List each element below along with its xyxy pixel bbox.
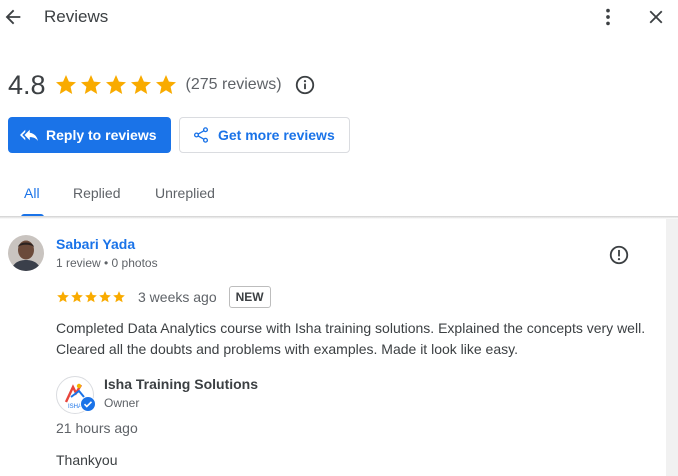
tab-all[interactable]: All bbox=[24, 185, 40, 201]
review-time: 3 weeks ago bbox=[138, 289, 217, 305]
star-icon bbox=[71, 291, 83, 303]
review-tabs: All Replied Unreplied bbox=[0, 176, 678, 218]
star-icon bbox=[55, 75, 76, 94]
tab-unreplied[interactable]: Unreplied bbox=[155, 185, 215, 201]
reply-text: Thankyou bbox=[56, 452, 118, 468]
star-icon bbox=[85, 291, 97, 303]
verified-check-icon bbox=[80, 396, 96, 412]
owner-role: Owner bbox=[104, 396, 140, 410]
star-icon bbox=[113, 291, 125, 303]
reply-icon bbox=[20, 129, 38, 141]
reply-to-reviews-label: Reply to reviews bbox=[46, 127, 157, 143]
close-icon[interactable] bbox=[645, 6, 667, 28]
report-flag-icon[interactable] bbox=[608, 244, 630, 266]
star-icon bbox=[57, 291, 69, 303]
rating-stars bbox=[54, 73, 178, 97]
review-stars bbox=[56, 290, 126, 304]
info-icon[interactable] bbox=[294, 74, 316, 96]
review-count: (275 reviews) bbox=[185, 76, 282, 93]
share-icon bbox=[193, 127, 209, 143]
star-icon bbox=[130, 75, 151, 94]
more-vert-icon[interactable] bbox=[597, 6, 619, 28]
reviewer-avatar[interactable] bbox=[8, 235, 44, 271]
rating-summary: 4.8 (275 reviews) bbox=[8, 68, 316, 102]
star-icon bbox=[99, 291, 111, 303]
rating-value: 4.8 bbox=[8, 69, 46, 100]
reply-time: 21 hours ago bbox=[56, 420, 138, 436]
reviewer-name[interactable]: Sabari Yada bbox=[56, 236, 135, 252]
star-icon bbox=[80, 75, 101, 94]
get-more-reviews-button[interactable]: Get more reviews bbox=[179, 117, 350, 153]
star-icon bbox=[105, 75, 126, 94]
review-rating-line: 3 weeks ago NEW bbox=[56, 285, 271, 309]
reviewer-meta: 1 review • 0 photos bbox=[56, 256, 158, 270]
divider bbox=[0, 216, 678, 219]
arrow-back-icon[interactable] bbox=[2, 6, 24, 28]
new-badge: NEW bbox=[228, 286, 271, 308]
page-title: Reviews bbox=[44, 7, 109, 26]
review-text: Completed Data Analytics course with Ish… bbox=[56, 320, 646, 357]
get-more-reviews-label: Get more reviews bbox=[218, 127, 335, 143]
owner-name: Isha Training Solutions bbox=[104, 376, 259, 392]
top-bar: Reviews bbox=[0, 0, 678, 36]
scrollbar[interactable] bbox=[666, 219, 678, 476]
reply-to-reviews-button[interactable]: Reply to reviews bbox=[8, 117, 171, 153]
tab-replied[interactable]: Replied bbox=[73, 185, 120, 201]
star-icon bbox=[155, 75, 176, 94]
